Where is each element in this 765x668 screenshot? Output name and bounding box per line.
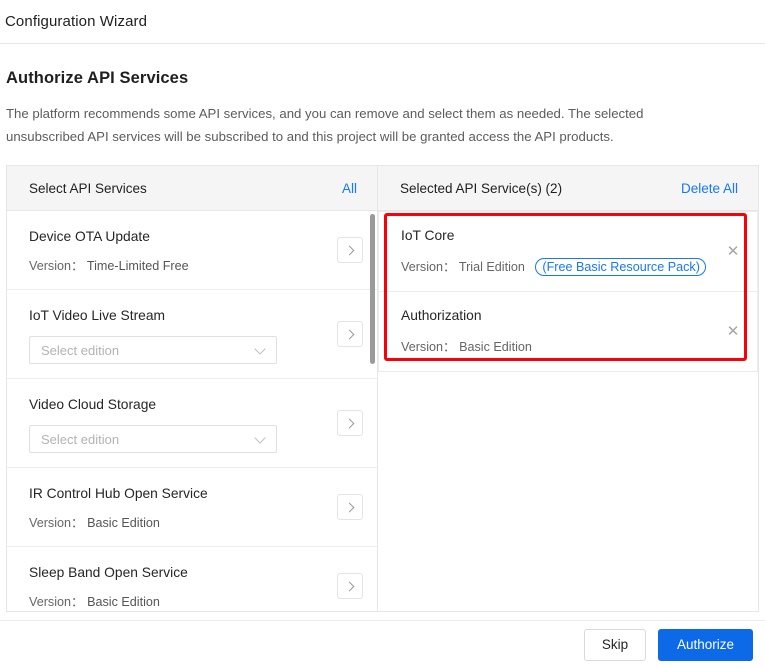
page-content: Authorize API Services The platform reco… (0, 44, 765, 612)
window-titlebar: Configuration Wizard (0, 0, 765, 44)
version-value: Basic Edition (87, 516, 160, 530)
edition-placeholder: Select edition (41, 431, 120, 447)
page-title: Authorize API Services (6, 69, 189, 87)
version-label: Version： (401, 340, 456, 354)
list-item[interactable]: Authorization Version： Basic Edition ✕ (378, 292, 758, 372)
api-service-transfer: Select API Services All Device OTA Updat… (6, 165, 759, 612)
service-name: Device OTA Update (29, 229, 150, 244)
version-value: Trial Edition (458, 260, 525, 274)
service-name: Authorization (401, 308, 482, 323)
dialog-footer: Skip Authorize (0, 620, 765, 668)
available-panel-title: Select API Services (29, 180, 147, 196)
version-value: Basic Edition (459, 340, 532, 354)
service-name: IR Control Hub Open Service (29, 486, 208, 501)
chevron-down-icon (255, 344, 267, 356)
list-item[interactable]: IoT Video Live Stream Select edition (7, 290, 377, 379)
delete-all-link[interactable]: Delete All (681, 181, 738, 196)
selected-panel-title: Selected API Service(s) (2) (400, 180, 563, 196)
list-item[interactable]: Device OTA Update Version： Time-Limited … (7, 211, 377, 290)
list-item[interactable]: Video Cloud Storage Select edition (7, 379, 377, 468)
service-name: Video Cloud Storage (29, 397, 157, 412)
chevron-right-icon (345, 581, 355, 591)
authorize-button[interactable]: Authorize (657, 628, 753, 661)
chevron-right-icon (345, 245, 355, 255)
available-services-panel: Select API Services All Device OTA Updat… (7, 166, 378, 611)
service-name: Sleep Band Open Service (29, 565, 188, 580)
resource-pack-link[interactable]: (Free Basic Resource Pack) (535, 258, 706, 276)
service-name: IoT Core (401, 228, 455, 243)
close-icon[interactable]: ✕ (725, 323, 741, 340)
service-version: Version： Trial Edition (Free Basic Resou… (401, 256, 711, 278)
edition-select[interactable]: Select edition (29, 336, 277, 364)
chevron-right-icon (345, 502, 355, 512)
service-version: Version： Basic Edition (401, 336, 711, 358)
chevron-right-icon (345, 418, 355, 428)
version-value: Time-Limited Free (86, 259, 189, 273)
version-label: Version： (29, 516, 84, 530)
move-right-button[interactable] (337, 494, 363, 520)
list-item[interactable]: Sleep Band Open Service Version： Basic E… (7, 547, 377, 611)
skip-button[interactable]: Skip (583, 628, 646, 661)
chevron-right-icon (345, 329, 355, 339)
vertical-scrollbar[interactable] (370, 214, 375, 364)
selected-panel-body: IoT Core Version： Trial Edition (Free Ba… (378, 211, 758, 611)
service-version: Version： Basic Edition (29, 594, 335, 611)
selected-panel-header: Selected API Service(s) (2) Delete All (378, 166, 758, 211)
version-value: Basic Edition (87, 595, 160, 609)
available-panel-header: Select API Services All (7, 166, 377, 211)
version-label: Version： (29, 259, 84, 273)
available-services-list: Device OTA Update Version： Time-Limited … (7, 211, 377, 611)
chevron-down-icon (255, 433, 267, 445)
list-item[interactable]: IoT Core Version： Trial Edition (Free Ba… (378, 211, 758, 292)
selected-services-list: IoT Core Version： Trial Edition (Free Ba… (378, 211, 758, 372)
list-item[interactable]: IR Control Hub Open Service Version： Bas… (7, 468, 377, 547)
edition-placeholder: Select edition (41, 342, 120, 358)
version-label: Version： (29, 595, 84, 609)
page-description: The platform recommends some API service… (6, 106, 644, 144)
move-right-button[interactable] (337, 573, 363, 599)
edition-select[interactable]: Select edition (29, 425, 277, 453)
available-panel-body[interactable]: Device OTA Update Version： Time-Limited … (7, 211, 377, 611)
window-title: Configuration Wizard (5, 13, 148, 30)
version-label: Version： (401, 260, 456, 274)
selected-services-panel: Selected API Service(s) (2) Delete All I… (378, 166, 758, 611)
service-name: IoT Video Live Stream (29, 308, 166, 323)
move-right-button[interactable] (337, 237, 363, 263)
service-version: Version： Time-Limited Free (29, 258, 335, 275)
move-right-button[interactable] (337, 410, 363, 436)
service-version: Version： Basic Edition (29, 515, 335, 532)
select-all-link[interactable]: All (342, 181, 357, 196)
close-icon[interactable]: ✕ (725, 243, 741, 260)
move-right-button[interactable] (337, 321, 363, 347)
